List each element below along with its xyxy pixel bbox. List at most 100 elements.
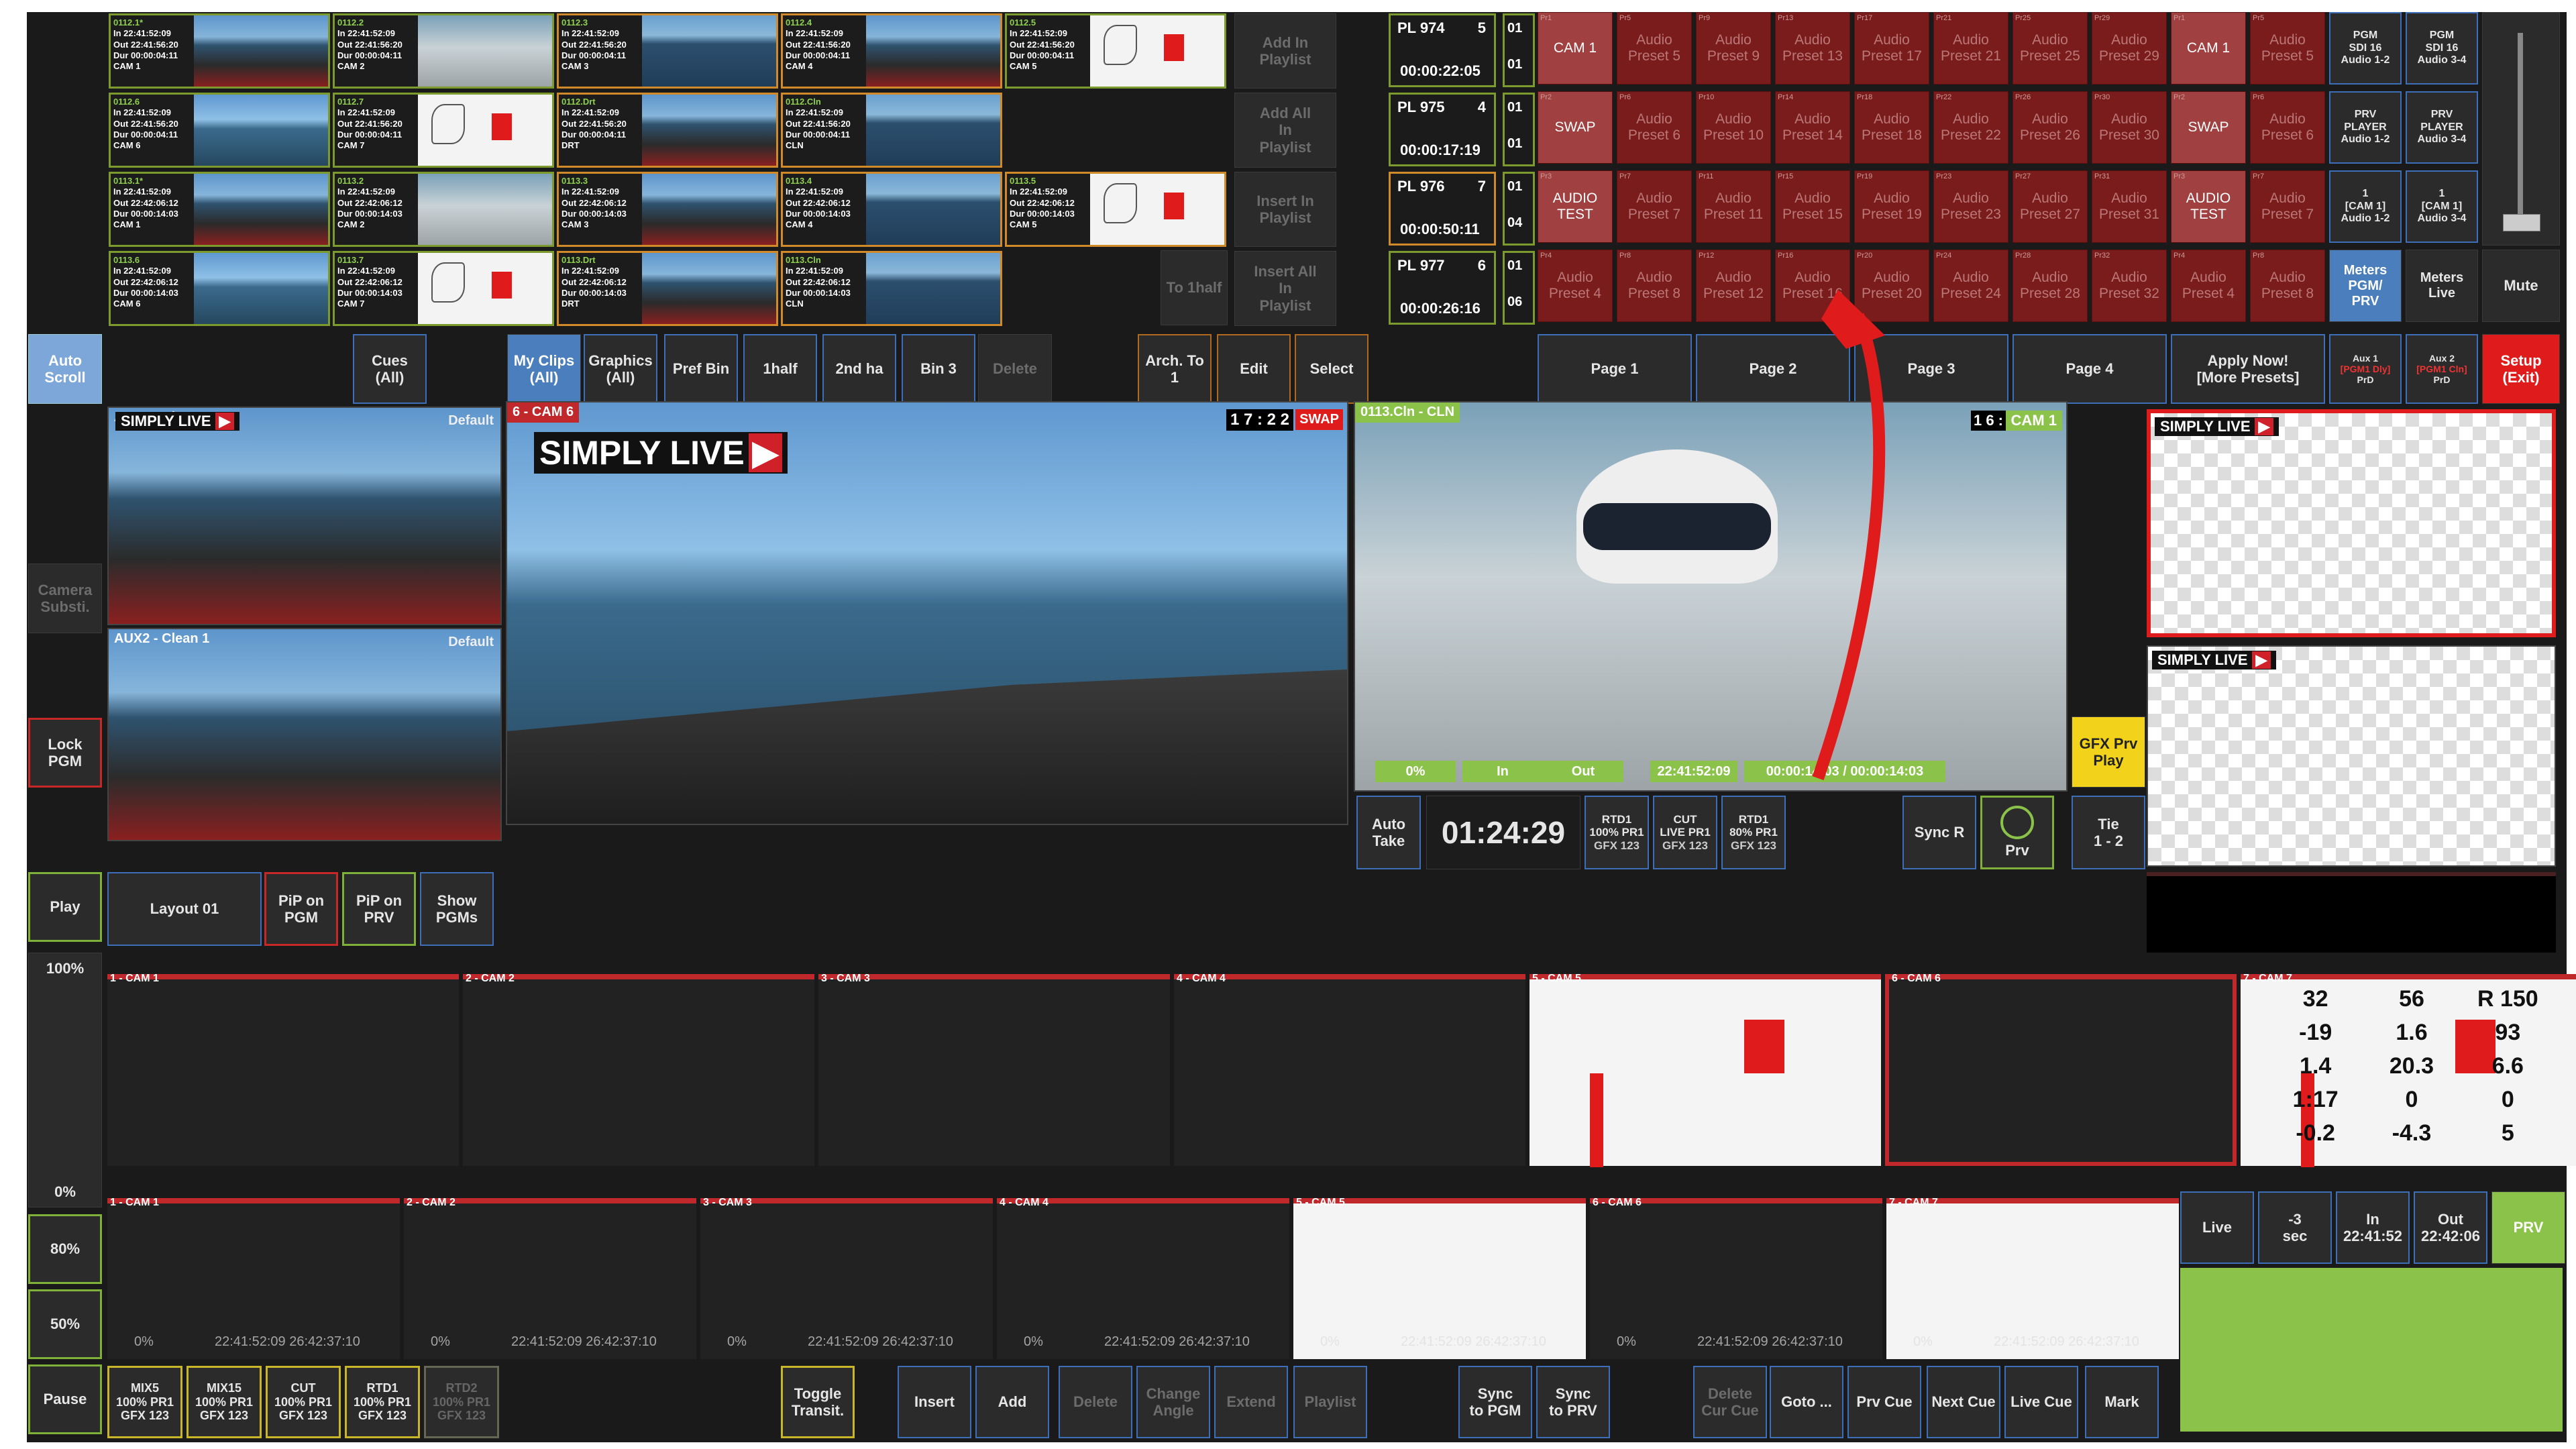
audio-preset-button[interactable]: Pr7 Audio Preset 7 — [2250, 170, 2325, 243]
camera-feed[interactable]: 3 - CAM 3 0% 22:41:52:09 26:42:37:10 — [700, 1197, 993, 1359]
transition-button[interactable]: CUT LIVE PR1 GFX 123 — [1653, 796, 1717, 869]
bin-button[interactable]: 1half — [743, 334, 817, 404]
audio-preset-button[interactable]: Pr20 Audio Preset 20 — [1854, 250, 1929, 322]
audio-preset-button[interactable]: Pr2 SWAP — [2171, 91, 2246, 164]
audio-preset-button[interactable]: Pr17 Audio Preset 17 — [1854, 12, 1929, 85]
preview-view[interactable]: 0113.Cln - CLN CAM 11 6 : 0% In Out 22:41:52:… — [1354, 401, 2068, 792]
bottom-control-button[interactable]: Add — [975, 1366, 1049, 1438]
aux-output-button[interactable]: Aux 1 [PGM1 Dly] PrD — [2329, 334, 2402, 404]
audio-preset-button[interactable]: Pr14 Audio Preset 14 — [1775, 91, 1850, 164]
camera-feed[interactable]: 7 - CAM 7 0% 22:41:52:09 26:42:37:10 — [1886, 1197, 2179, 1359]
audio-routing-button[interactable]: PGM SDI 16 Audio 3-4 — [2406, 12, 2478, 85]
tie-button[interactable]: Tie 1 - 2 — [2072, 796, 2145, 869]
camera-feed[interactable]: 2 - CAM 2 — [463, 973, 814, 1166]
camera-feed[interactable]: 4 - CAM 4 — [1174, 973, 1525, 1166]
camera-feed[interactable]: 4 - CAM 4 0% 22:41:52:09 26:42:37:10 — [997, 1197, 1289, 1359]
audio-preset-button[interactable]: Pr1 CAM 1 — [1538, 12, 1613, 85]
pause-button[interactable]: Pause — [28, 1364, 102, 1434]
audio-preset-button[interactable]: Pr4 Audio Preset 4 — [2171, 250, 2246, 322]
audio-preset-button[interactable]: Pr2 SWAP — [1538, 91, 1613, 164]
audio-preset-button[interactable]: Pr15 Audio Preset 15 — [1775, 170, 1850, 243]
audio-preset-button[interactable]: Pr8 Audio Preset 8 — [2250, 250, 2325, 322]
layout-button[interactable]: PiP on PRV — [342, 872, 416, 946]
layout-button[interactable]: Show PGMs — [420, 872, 494, 946]
audio-preset-button[interactable]: Pr6 Audio Preset 6 — [2250, 91, 2325, 164]
audio-preset-button[interactable]: Pr26 Audio Preset 26 — [2012, 91, 2088, 164]
clip-thumbnail[interactable]: 0113.1* In 22:41:52:09 Out 22:42:06:12 Dur … — [109, 172, 330, 247]
bottom-control-button[interactable]: Sync to PGM — [1458, 1366, 1532, 1438]
clip-thumbnail[interactable]: 0112.4 In 22:41:52:09 Out 22:41:56:20 Dur 0… — [781, 13, 1002, 89]
clip-thumbnail[interactable]: 0113.7 In 22:41:52:09 Out 22:42:06:12 Dur 0… — [333, 251, 554, 326]
audio-preset-button[interactable]: Pr18 Audio Preset 18 — [1854, 91, 1929, 164]
camera-feed[interactable]: 1 - CAM 1 — [107, 973, 459, 1166]
audio-preset-button[interactable]: Pr1 CAM 1 — [2171, 12, 2246, 85]
clip-action-button[interactable]: Add In Playlist — [1234, 13, 1336, 89]
bottom-control-button[interactable]: Toggle Transit. — [781, 1366, 855, 1438]
clip-thumbnail[interactable]: 0112.7 In 22:41:52:09 Out 22:41:56:20 Dur 0… — [333, 93, 554, 168]
clip-thumbnail[interactable]: 0112.6 In 22:41:52:09 Out 22:41:56:20 Dur 0… — [109, 93, 330, 168]
bottom-control-button[interactable]: Live Cue — [2004, 1366, 2078, 1438]
bottom-control-button[interactable]: Next Cue — [1927, 1366, 2000, 1438]
audio-preset-button[interactable]: Pr27 Audio Preset 27 — [2012, 170, 2088, 243]
audio-preset-button[interactable]: Pr3 AUDIO TEST — [1538, 170, 1613, 243]
audio-preset-button[interactable]: Pr21 Audio Preset 21 — [1933, 12, 2008, 85]
bottom-control-button[interactable]: Delete — [1059, 1366, 1132, 1438]
bottom-transition-button[interactable]: MIX15 100% PR1 GFX 123 — [186, 1366, 262, 1438]
bottom-transition-button[interactable]: RTD1 100% PR1 GFX 123 — [345, 1366, 420, 1438]
playlist-side[interactable]: 01 01 — [1503, 13, 1535, 87]
clip-thumbnail[interactable]: 0112.2 In 22:41:52:09 Out 22:41:56:20 Dur 0… — [333, 13, 554, 89]
audio-preset-button[interactable]: Pr22 Audio Preset 22 — [1933, 91, 2008, 164]
audio-routing-button[interactable]: PRV PLAYER Audio 1-2 — [2329, 91, 2402, 164]
audio-preset-button[interactable]: Pr9 Audio Preset 9 — [1696, 12, 1771, 85]
bin-button[interactable]: 2nd ha — [822, 334, 896, 404]
auto-take-button[interactable]: Auto Take — [1356, 796, 1421, 869]
bottom-transition-button[interactable]: RTD2 100% PR1 GFX 123 — [424, 1366, 499, 1438]
audio-preset-button[interactable]: Pr24 Audio Preset 24 — [1933, 250, 2008, 322]
meters-live-button[interactable]: Meters Live — [2406, 250, 2478, 322]
bottom-control-button[interactable]: Sync to PRV — [1536, 1366, 1610, 1438]
bin-button[interactable]: Pref Bin — [664, 334, 738, 404]
clip-thumbnail[interactable]: 0113.Drt In 22:41:52:09 Out 22:42:06:12 Dur… — [557, 251, 778, 326]
camera-feed[interactable]: 1 - CAM 1 0% 22:41:52:09 26:42:37:10 — [107, 1197, 400, 1359]
bin-button[interactable]: My Clips (All) — [507, 334, 581, 404]
audio-preset-button[interactable]: Pr13 Audio Preset 13 — [1775, 12, 1850, 85]
bottom-control-button[interactable]: Goto ... — [1770, 1366, 1843, 1438]
mute-button[interactable]: Mute — [2482, 250, 2560, 322]
lock-pgm-button[interactable]: Lock PGM — [28, 718, 102, 788]
live-control-button[interactable]: PRV — [2491, 1191, 2565, 1264]
bin-button[interactable]: Select — [1295, 334, 1368, 404]
program-view[interactable]: 6 - CAM 6 1 7 : 2 2 SWAP SIMPLY LIVE ▶ — [506, 401, 1348, 825]
playlist-item[interactable]: PL 977 6 00:00:26:16 — [1389, 251, 1496, 325]
playlist-side[interactable]: 01 04 — [1503, 172, 1535, 246]
bin-button[interactable]: Arch. To 1 — [1138, 334, 1212, 404]
sync-r-button[interactable]: Sync R — [1902, 796, 1976, 869]
speed-slider[interactable]: 100% 0% — [28, 953, 102, 1208]
audio-preset-button[interactable]: Pr5 Audio Preset 5 — [1617, 12, 1692, 85]
clip-thumbnail[interactable]: 0112.1* In 22:41:52:09 Out 22:41:56:20 Dur … — [109, 13, 330, 89]
auto-scroll-button[interactable]: Auto Scroll — [28, 334, 102, 404]
to-half-button[interactable]: To 1half — [1161, 250, 1228, 325]
bottom-control-button[interactable]: Delete Cur Cue — [1693, 1366, 1767, 1438]
playlist-side[interactable]: 01 01 — [1503, 93, 1535, 166]
gfx-prv-play-button[interactable]: GFX Prv Play — [2072, 716, 2145, 788]
camera-feed[interactable]: 3 - CAM 3 — [818, 973, 1170, 1166]
audio-preset-button[interactable]: Pr23 Audio Preset 23 — [1933, 170, 2008, 243]
meters-pgm-button[interactable]: Meters PGM/ PRV — [2329, 250, 2402, 322]
clip-thumbnail[interactable]: 0113.Cln In 22:41:52:09 Out 22:42:06:12 Dur… — [781, 251, 1002, 326]
bottom-control-button[interactable]: Prv Cue — [1847, 1366, 1921, 1438]
aux1-view[interactable]: AUX1 - Dirty 1DefaultSIMPLY LIVE▶ — [107, 407, 502, 625]
playlist-item[interactable]: PL 975 4 00:00:17:19 — [1389, 93, 1496, 166]
speed-80-button[interactable]: 80% — [28, 1214, 102, 1284]
clip-thumbnail[interactable]: 0112.Drt In 22:41:52:09 Out 22:41:56:20 Dur… — [557, 93, 778, 168]
bin-button[interactable]: Delete — [978, 334, 1052, 404]
live-control-button[interactable]: -3 sec — [2258, 1191, 2332, 1264]
bottom-control-button[interactable]: Change Angle — [1136, 1366, 1210, 1438]
page-button[interactable]: Page 1 — [1538, 334, 1692, 404]
apply-now-button[interactable]: Apply Now! [More Presets] — [2171, 334, 2325, 404]
clip-thumbnail[interactable]: 0112.3 In 22:41:52:09 Out 22:41:56:20 Dur 0… — [557, 13, 778, 89]
clip-thumbnail[interactable]: 0113.2 In 22:41:52:09 Out 22:42:06:12 Dur 0… — [333, 172, 554, 247]
playlist-side[interactable]: 01 06 — [1503, 251, 1535, 325]
playlist-item[interactable]: PL 976 7 00:00:50:11 — [1389, 172, 1496, 246]
bottom-control-button[interactable]: Extend — [1214, 1366, 1288, 1438]
page-button[interactable]: Page 4 — [2012, 334, 2167, 404]
